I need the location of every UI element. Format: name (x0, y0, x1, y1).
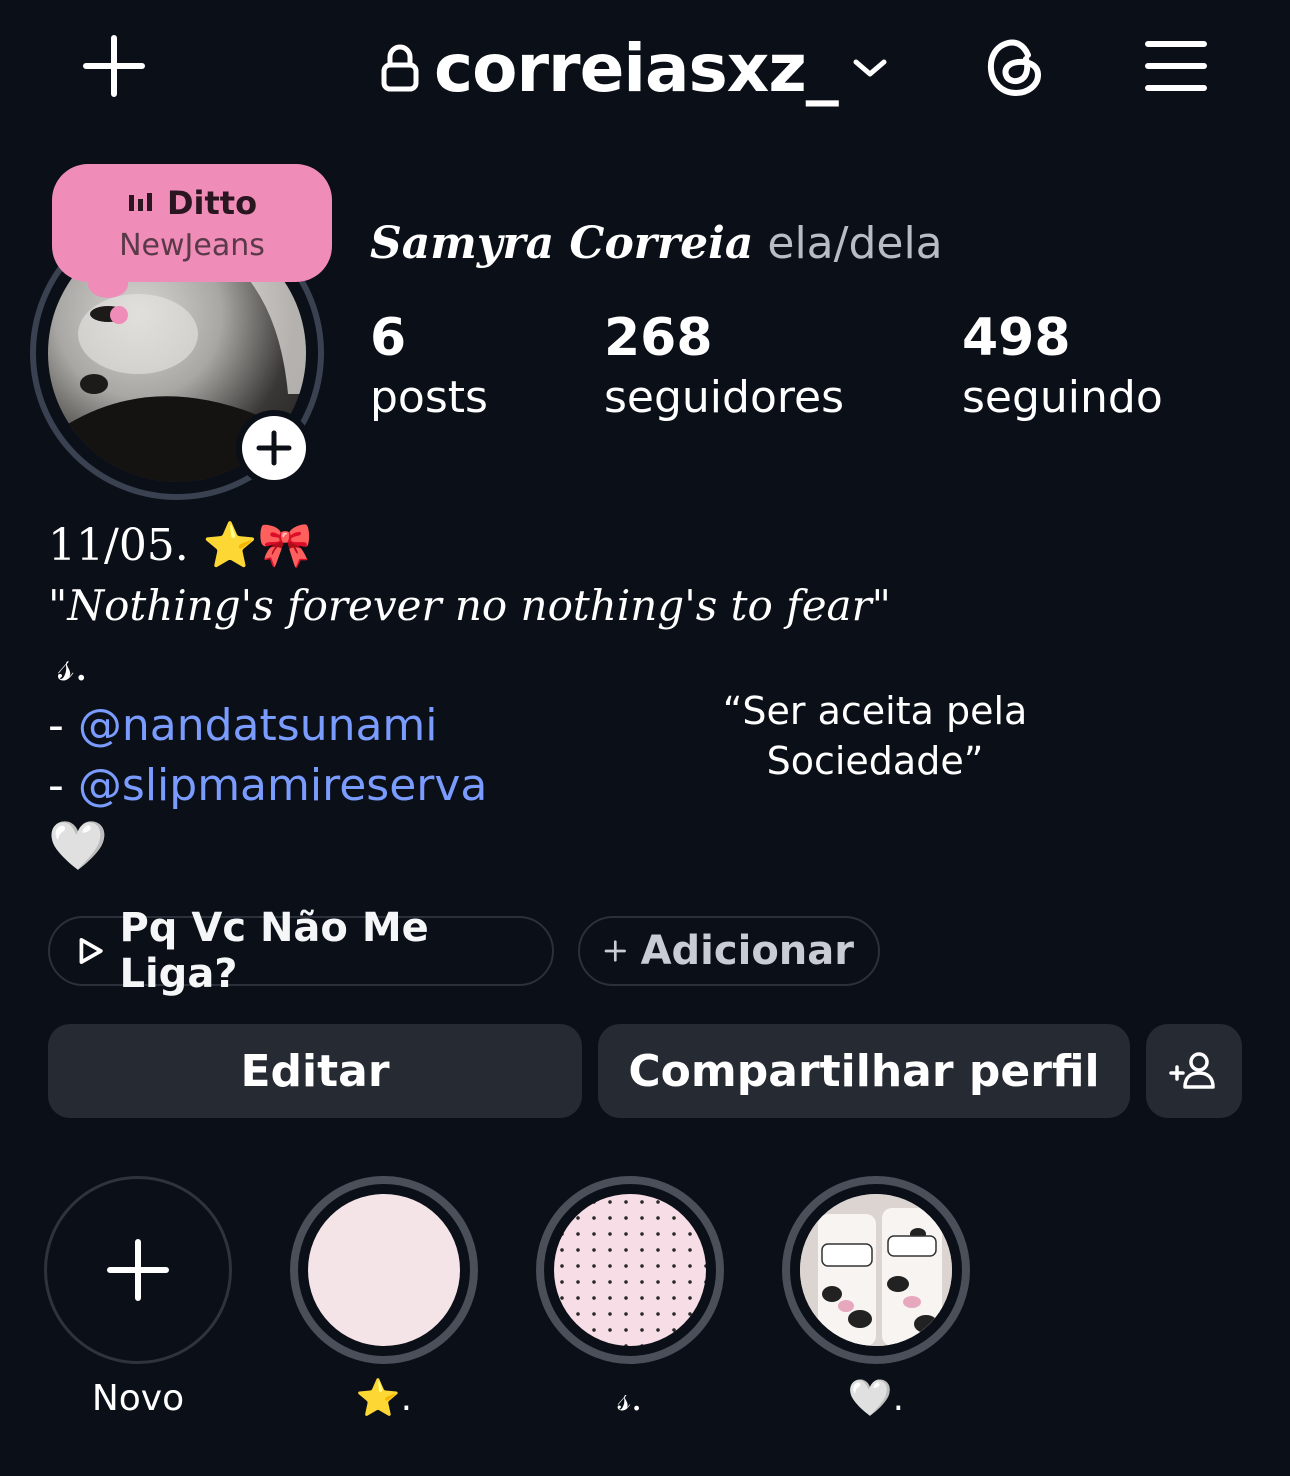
plus-icon (83, 35, 145, 97)
username: correiasxz_ (434, 29, 839, 107)
stat-value: 268 (604, 308, 713, 368)
edit-profile-button[interactable]: Editar (48, 1024, 582, 1118)
bio-quote: "Nothing's forever no nothing's to fear" (48, 581, 891, 630)
add-story-button[interactable] (236, 410, 312, 486)
bio-mention-row: - @nandatsunami (48, 696, 438, 756)
highlight-item[interactable]: 𝓈. (536, 1176, 724, 1426)
music-pill-label: Pq Vc Não Me Liga? (119, 905, 429, 997)
stat-posts[interactable]: 6 posts (370, 308, 488, 428)
stat-label: posts (370, 372, 488, 423)
hamburger-menu-icon (1145, 41, 1207, 91)
highlight-label: 𝓈. (617, 1378, 643, 1419)
profile-name-row: Samyra Correia ela/dela (370, 218, 943, 269)
stat-label: seguindo (962, 372, 1163, 423)
bio-heart: 🤍 (48, 818, 108, 874)
stat-label: seguidores (604, 372, 845, 423)
mention-link[interactable]: @nandatsunami (78, 700, 438, 751)
bio-date: 11/05. ⭐🎀 (48, 520, 313, 571)
highlight-cover (800, 1194, 952, 1346)
highlight-label: ⭐. (355, 1378, 413, 1419)
note-artist: NewJeans (119, 228, 265, 263)
overlay-caption-line: Sociedade” (766, 739, 984, 783)
full-name: Samyra Correia (370, 218, 754, 269)
add-person-icon (1169, 1052, 1215, 1089)
highlight-photo (800, 1194, 952, 1346)
bio-dash: - (48, 700, 64, 751)
play-icon (79, 938, 103, 964)
stat-following[interactable]: 498 seguindo (962, 308, 1163, 428)
add-pill-button[interactable]: Adicionar (578, 916, 880, 986)
share-profile-button[interactable]: Compartilhar perfil (598, 1024, 1130, 1118)
lock-icon (381, 44, 419, 92)
profile-music-pill[interactable]: Pq Vc Não Me Liga? (48, 905, 554, 997)
threads-button[interactable] (978, 30, 1050, 102)
overlay-caption: “Ser aceita pela Sociedade” (700, 686, 1050, 786)
bio-dash: - (48, 760, 64, 811)
music-bars-icon (128, 193, 152, 211)
stat-value: 498 (962, 308, 1071, 368)
share-profile-label: Compartilhar perfil (628, 1045, 1100, 1097)
note-song-title: Ditto (166, 184, 258, 222)
stat-value: 6 (370, 308, 407, 368)
highlight-new[interactable]: Novo (44, 1176, 232, 1426)
highlight-item[interactable]: ⭐. (290, 1176, 478, 1426)
chevron-down-icon (853, 59, 887, 77)
plus-icon (256, 430, 292, 466)
discover-people-button[interactable] (1146, 1024, 1242, 1118)
plus-icon (107, 1239, 169, 1301)
note-bubble-dot (110, 306, 128, 324)
mention-link[interactable]: @slipmamireserva (78, 760, 488, 811)
stat-followers[interactable]: 268 seguidores (604, 308, 844, 428)
plus-icon (604, 940, 626, 962)
pronouns: ela/dela (767, 218, 943, 269)
note-bubble-tail (88, 270, 128, 298)
menu-button[interactable] (1142, 36, 1210, 96)
edit-profile-label: Editar (240, 1045, 390, 1097)
bio-signature: 𝓈. (58, 640, 89, 691)
account-switcher[interactable]: correiasxz_ (380, 28, 888, 108)
highlight-item[interactable]: 🤍. (782, 1176, 970, 1426)
highlight-label: Novo (91, 1378, 185, 1419)
note-bubble[interactable]: Ditto NewJeans (52, 164, 332, 282)
bio-mention-row: - @slipmamireserva (48, 756, 487, 816)
highlight-cover (308, 1194, 460, 1346)
overlay-caption-line: “Ser aceita pela (722, 689, 1028, 733)
highlight-label: 🤍. (847, 1378, 905, 1419)
add-pill-label: Adicionar (640, 928, 854, 974)
highlight-cover (554, 1194, 706, 1346)
new-post-button[interactable] (80, 32, 148, 100)
threads-icon (987, 39, 1042, 97)
